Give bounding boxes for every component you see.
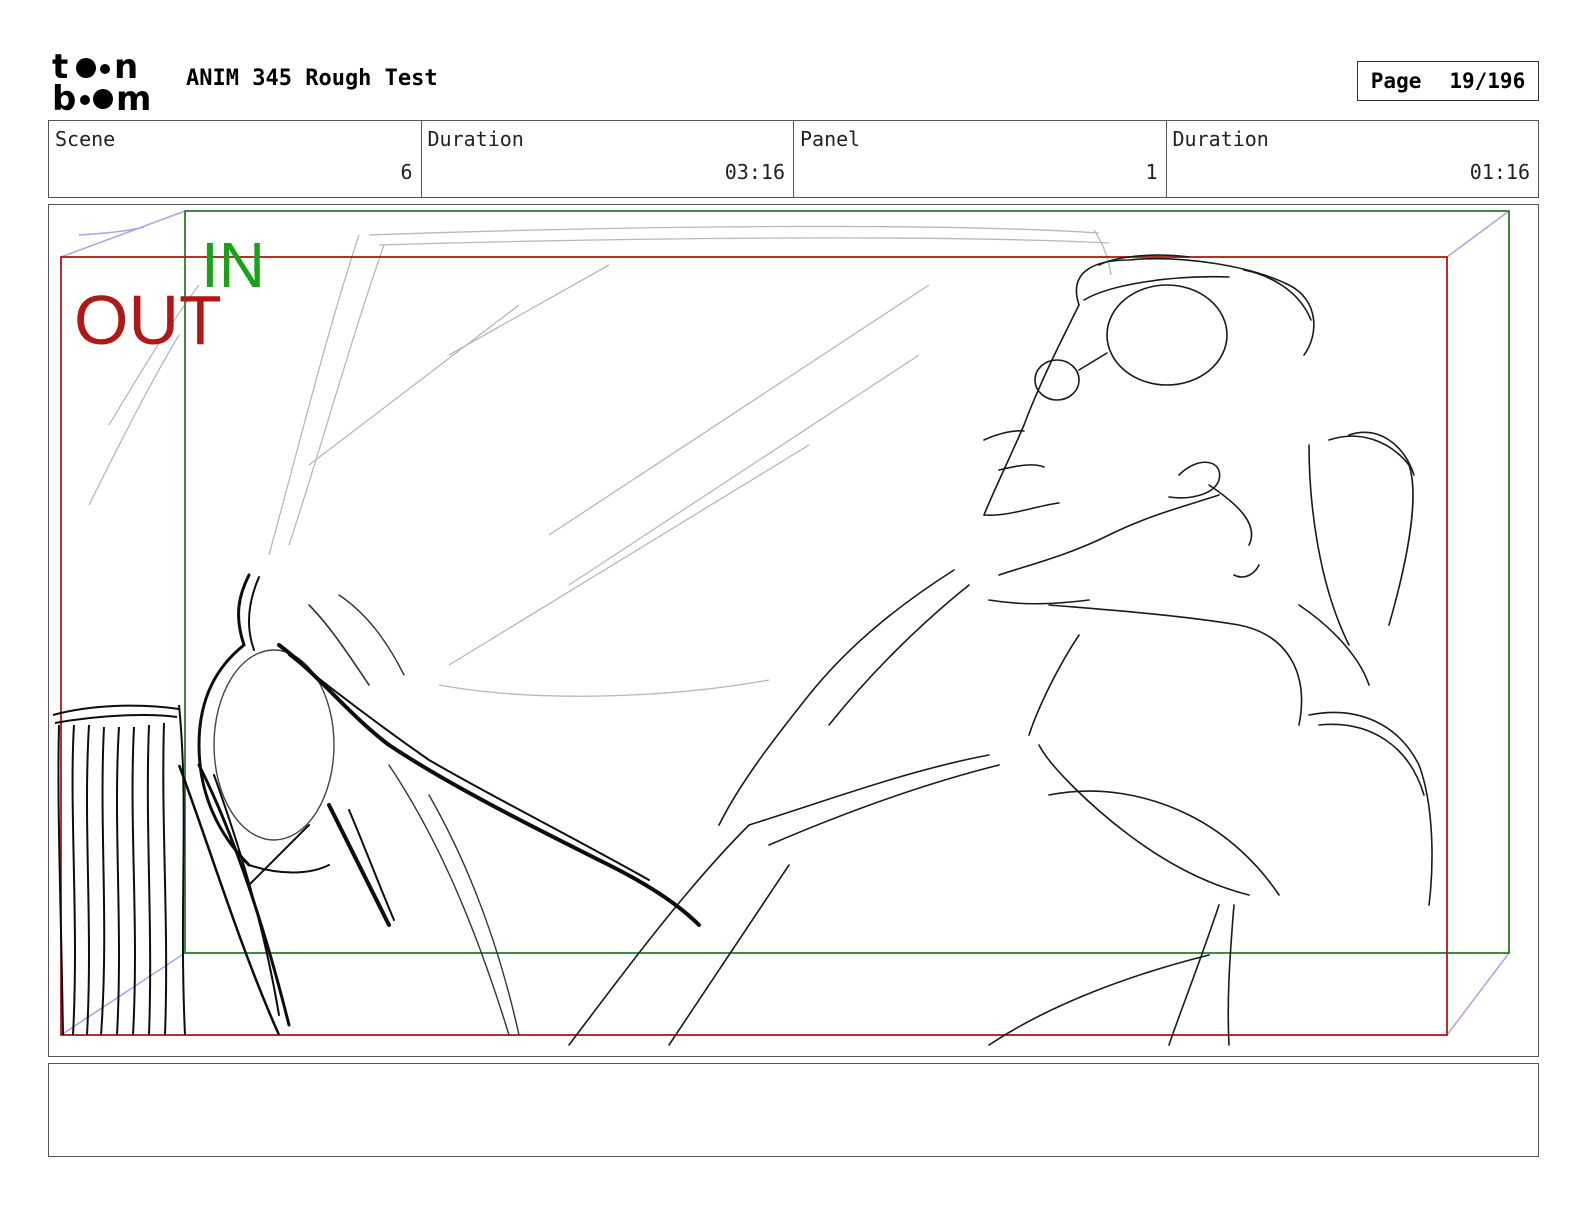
panel-duration-value: 01:16 [1469, 160, 1530, 184]
scene-value: 6 [400, 160, 413, 184]
panel-info-table: Scene 6 Duration 03:16 Panel 1 Duration … [48, 120, 1539, 198]
foreground-prop-sketch [197, 573, 701, 1036]
storyboard-panel: IN OUT [48, 204, 1539, 1057]
in-camera-frame [184, 210, 1510, 954]
panel-duration-label: Duration [1172, 127, 1269, 151]
scene-duration-cell: Duration 03:16 [422, 121, 794, 197]
panel-duration-cell: Duration 01:16 [1167, 121, 1539, 197]
document-title: ANIM 345 Rough Test [186, 66, 438, 91]
panel-notes-box [48, 1063, 1539, 1157]
out-frame-label: OUT [74, 281, 222, 359]
scene-duration-value: 03:16 [724, 160, 785, 184]
scene-cell: Scene 6 [49, 121, 422, 197]
scene-duration-label: Duration [427, 127, 524, 151]
page-number: 19/196 [1449, 69, 1526, 93]
toon-boom-logo: t n b m [50, 47, 166, 119]
rough-sketch-drawing [52, 210, 1510, 1046]
page-label: Page [1370, 69, 1422, 93]
panel-cell: Panel 1 [794, 121, 1167, 197]
svg-text:m: m [116, 79, 151, 112]
panel-value: 1 [1145, 160, 1158, 184]
panel-label: Panel [800, 127, 861, 151]
svg-text:b: b [52, 79, 76, 112]
scene-label: Scene [55, 127, 116, 151]
page-indicator: Page 19/196 [1357, 61, 1539, 101]
camera-move-guides [60, 210, 1510, 1036]
